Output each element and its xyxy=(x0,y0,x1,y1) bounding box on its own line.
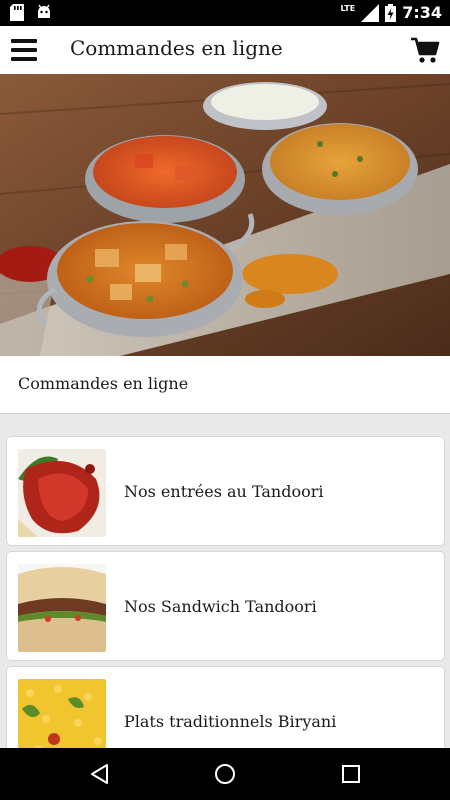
tandoori-chicken-photo xyxy=(18,449,106,537)
clock: 7:34 xyxy=(402,3,442,22)
signal-icon xyxy=(361,3,380,22)
category-item-tandoori-sandwich[interactable]: Nos Sandwich Tandoori xyxy=(6,551,445,661)
sd-card-icon xyxy=(10,4,24,21)
hamburger-menu-icon[interactable] xyxy=(11,39,37,61)
network-type: LTE xyxy=(340,4,356,13)
back-icon[interactable] xyxy=(88,762,112,786)
category-label: Nos entrées au Tandoori xyxy=(124,482,324,501)
category-item-tandoori-starters[interactable]: Nos entrées au Tandoori xyxy=(6,436,445,546)
recents-icon[interactable] xyxy=(339,762,363,786)
category-label: Plats traditionnels Biryani xyxy=(124,712,337,731)
kebab-sandwich-photo xyxy=(18,564,106,652)
home-icon[interactable] xyxy=(213,762,237,786)
section-title: Commandes en ligne xyxy=(18,374,189,393)
android-icon xyxy=(38,4,50,18)
section-header: Commandes en ligne xyxy=(0,356,450,414)
shopping-cart-icon[interactable] xyxy=(410,36,440,64)
hero-image xyxy=(0,74,450,356)
app-title: Commandes en ligne xyxy=(70,36,283,60)
category-label: Nos Sandwich Tandoori xyxy=(124,597,317,616)
battery-charging-icon xyxy=(385,3,397,22)
app-bar: Commandes en ligne xyxy=(0,26,450,74)
status-bar: LTE 7:34 xyxy=(0,0,450,26)
system-nav-bar xyxy=(0,748,450,800)
